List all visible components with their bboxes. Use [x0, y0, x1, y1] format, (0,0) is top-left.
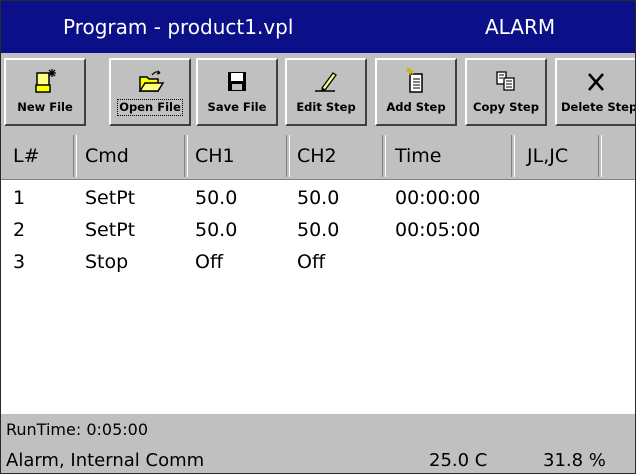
save-file-label: Save File [207, 100, 267, 114]
delete-x-icon [557, 67, 635, 95]
pencil-icon [287, 67, 365, 95]
cell-cmd: Stop [85, 251, 129, 273]
window-title: Program - product1.vpl [63, 15, 294, 39]
table-row[interactable]: 1 SetPt 50.0 50.0 00:00:00 [1, 182, 635, 214]
delete-step-label: Delete Step [561, 100, 636, 114]
new-file-icon [6, 67, 84, 95]
header-ch1[interactable]: CH1 [195, 133, 235, 179]
column-header-row: L# Cmd CH1 CH2 Time JL,JC [1, 133, 635, 180]
cell-cmd: SetPt [85, 219, 136, 241]
edit-step-button[interactable]: Edit Step [285, 58, 367, 126]
delete-step-button[interactable]: Delete Step [555, 58, 636, 126]
save-file-button[interactable]: Save File [196, 58, 278, 126]
cell-cmd: SetPt [85, 187, 136, 209]
new-file-label: New File [17, 100, 73, 114]
cell-ch1: 50.0 [195, 187, 238, 209]
cell-ch2: Off [297, 251, 326, 273]
program-step-list[interactable]: 1 SetPt 50.0 50.0 00:00:00 2 SetPt 50.0 … [1, 180, 635, 414]
alarm-indicator: ALARM [485, 15, 556, 39]
cell-time: 00:00:00 [395, 187, 481, 209]
header-cmd[interactable]: Cmd [85, 133, 129, 179]
add-step-label: Add Step [386, 100, 446, 114]
open-file-label: Open File [117, 99, 183, 116]
temperature-readout: 25.0 C [429, 450, 488, 471]
floppy-disk-icon [198, 67, 276, 95]
column-divider [286, 135, 290, 177]
add-document-icon [377, 67, 455, 95]
table-row[interactable]: 3 Stop Off Off [1, 246, 635, 278]
column-divider [511, 135, 515, 177]
humidity-readout: 31.8 % [543, 450, 606, 471]
open-file-button[interactable]: Open File [109, 58, 191, 126]
copy-icon [467, 67, 545, 95]
header-time[interactable]: Time [395, 133, 442, 179]
open-folder-icon [111, 67, 189, 95]
cell-ch2: 50.0 [297, 187, 340, 209]
add-step-button[interactable]: Add Step [375, 58, 457, 126]
cell-ch1: Off [195, 251, 224, 273]
column-divider [73, 135, 77, 177]
copy-step-label: Copy Step [473, 100, 539, 114]
header-jl-jc[interactable]: JL,JC [527, 133, 568, 179]
cell-ch1: 50.0 [195, 219, 238, 241]
cell-ch2: 50.0 [297, 219, 340, 241]
title-bar: Program - product1.vpl ALARM [1, 1, 635, 53]
column-divider [184, 135, 188, 177]
status-bar: RunTime: 0:05:00 Alarm, Internal Comm 25… [1, 414, 635, 473]
cell-line-number: 2 [13, 219, 26, 241]
column-divider [598, 135, 602, 177]
table-row[interactable]: 2 SetPt 50.0 50.0 00:05:00 [1, 214, 635, 246]
toolbar: New File Open File Save File Edit Step A… [1, 53, 635, 134]
cell-time: 00:05:00 [395, 219, 481, 241]
column-divider [382, 135, 386, 177]
cell-line-number: 1 [13, 187, 26, 209]
edit-step-label: Edit Step [296, 100, 356, 114]
cell-line-number: 3 [13, 251, 26, 273]
header-line-number[interactable]: L# [13, 133, 40, 179]
copy-step-button[interactable]: Copy Step [465, 58, 547, 126]
new-file-button[interactable]: New File [4, 58, 86, 126]
alarm-message: Alarm, Internal Comm [6, 450, 205, 471]
runtime-readout: RunTime: 0:05:00 [6, 420, 148, 439]
program-window: Program - product1.vpl ALARM New File Op… [0, 0, 636, 474]
header-ch2[interactable]: CH2 [297, 133, 337, 179]
